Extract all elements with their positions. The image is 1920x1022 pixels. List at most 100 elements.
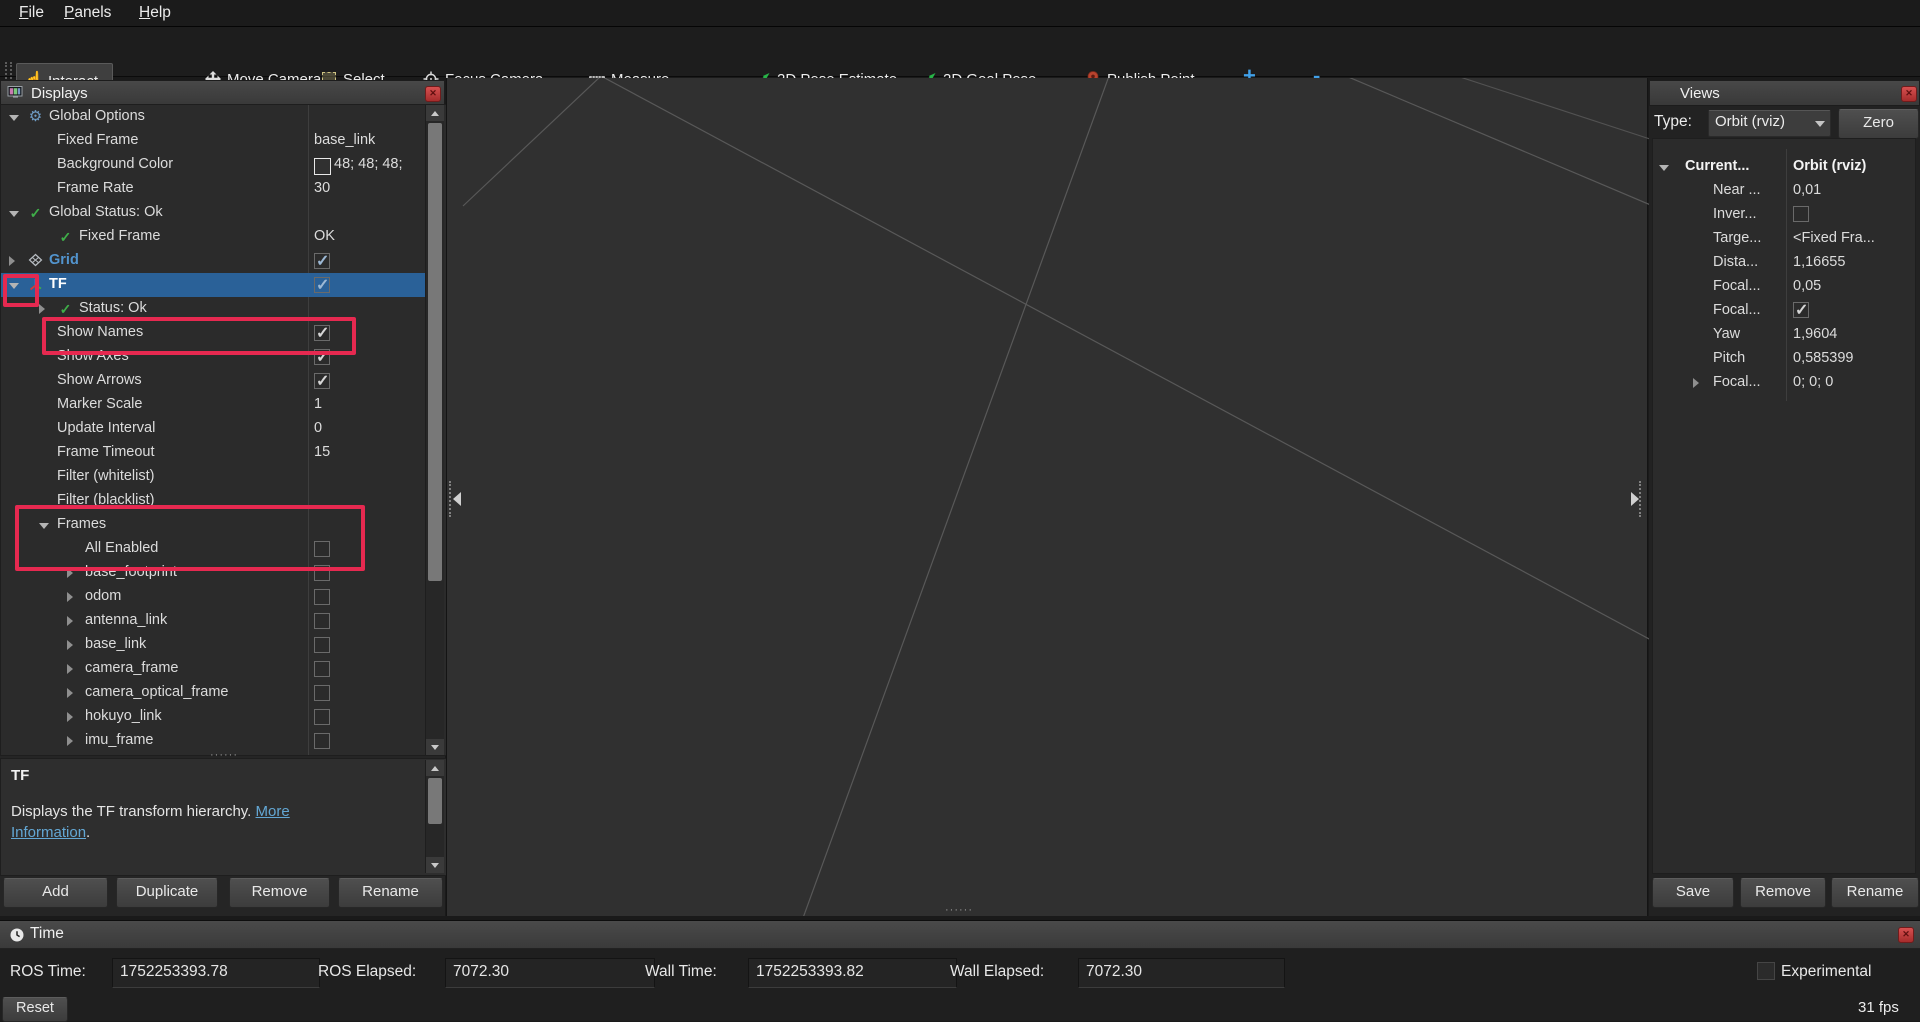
wall-time-field[interactable]: 1752253393.82 [748,958,957,988]
zero-button[interactable]: Zero [1838,109,1919,139]
displays-row-filter-blacklist[interactable]: Filter (blacklist) [1,489,444,513]
views-row-current-0[interactable]: Current...Orbit (rviz) [1653,155,1913,179]
expander-open-icon[interactable] [1659,165,1669,171]
checkbox-unchecked[interactable] [1793,206,1809,222]
menu-item-panels[interactable]: Panels [60,3,115,23]
displays-row-frames[interactable]: Frames [1,513,444,537]
expander-open-icon[interactable] [9,211,19,217]
save-views-button[interactable]: Save [1652,878,1734,908]
checkbox-unchecked[interactable] [314,541,330,557]
displays-close-button[interactable]: ✕ [425,86,441,102]
ros-time-field[interactable]: 1752253393.78 [112,958,320,988]
displays-row-tf[interactable]: TF✓ [1,273,444,297]
row-value[interactable]: Orbit (rviz) [1793,158,1866,174]
views-close-button[interactable]: ✕ [1901,86,1917,102]
displays-row-show-axes[interactable]: Show Axes✓ [1,345,444,369]
rename-button[interactable]: Rename [338,878,443,908]
views-row-pitch-8[interactable]: Pitch0,585399 [1653,347,1913,371]
row-value[interactable]: 0; 0; 0 [1793,374,1833,390]
expander-closed-icon[interactable] [67,592,73,602]
views-row-inver-2[interactable]: Inver... [1653,203,1913,227]
displays-row-base-footprint[interactable]: base_footprint [1,561,444,585]
add-button[interactable]: Add [3,878,108,908]
expander-open-icon[interactable] [39,523,49,529]
checkbox-unchecked[interactable] [314,709,330,725]
wall-elapsed-field[interactable]: 7072.30 [1078,958,1285,988]
collapse-left-panel-handle[interactable] [449,478,463,520]
displays-row-fixed-frame[interactable]: Fixed Framebase_link [1,129,444,153]
row-value[interactable]: 0,585399 [1793,350,1853,366]
displays-row-all-enabled[interactable]: All Enabled [1,537,444,561]
row-value[interactable]: base_link [314,132,375,148]
displays-row-odom[interactable]: odom [1,585,444,609]
menu-item-help[interactable]: Help [135,3,175,23]
checkbox-checked[interactable]: ✓ [1793,302,1809,318]
time-close-button[interactable]: ✕ [1898,927,1914,943]
expander-open-icon[interactable] [9,283,19,289]
displays-row-camera-frame[interactable]: camera_frame [1,657,444,681]
ros-elapsed-field[interactable]: 7072.30 [445,958,655,988]
checkbox-checked[interactable]: ✓ [314,349,330,365]
displays-row-background-color[interactable]: Background Color48; 48; 48; [1,153,444,177]
expander-open-icon[interactable] [9,115,19,121]
view-type-dropdown[interactable]: Orbit (rviz) [1708,110,1831,137]
displays-row-frame-timeout[interactable]: Frame Timeout15 [1,441,444,465]
expander-closed-icon[interactable] [67,712,73,722]
displays-row-frame-rate[interactable]: Frame Rate30 [1,177,444,201]
displays-row-grid[interactable]: Grid✓ [1,249,444,273]
row-value[interactable]: 1,16655 [1793,254,1845,270]
scrollbar-thumb[interactable] [428,778,442,824]
row-value[interactable]: 30 [314,180,330,196]
row-value[interactable]: 1 [314,396,322,412]
collapse-right-panel-handle[interactable] [1631,478,1645,520]
views-row-focal-9[interactable]: Focal...0; 0; 0 [1653,371,1913,395]
expander-closed-icon[interactable] [1693,378,1699,388]
reset-button[interactable]: Reset [2,997,68,1022]
scroll-down-button[interactable] [426,739,444,755]
displays-row-global-options[interactable]: ⚙Global Options [1,105,444,129]
scroll-down-button[interactable] [426,857,444,873]
color-swatch[interactable] [314,158,331,175]
row-value[interactable]: 1,9604 [1793,326,1837,342]
checkbox-checked[interactable]: ✓ [314,325,330,341]
views-row-targe-3[interactable]: Targe...<Fixed Fra... [1653,227,1913,251]
expander-closed-icon[interactable] [67,568,73,578]
3d-viewport[interactable]: ······ [446,78,1648,916]
row-value[interactable]: 15 [314,444,330,460]
displays-row-status-ok[interactable]: ✓Status: Ok [1,297,444,321]
displays-row-global-status-ok[interactable]: ✓Global Status: Ok [1,201,444,225]
expander-closed-icon[interactable] [67,616,73,626]
scroll-up-button[interactable] [426,105,444,121]
expander-closed-icon[interactable] [39,304,45,314]
views-row-focal-6[interactable]: Focal...✓ [1653,299,1913,323]
displays-row-fixed-frame[interactable]: ✓Fixed FrameOK [1,225,444,249]
experimental-checkbox[interactable] [1757,962,1775,980]
displays-row-base-link[interactable]: base_link [1,633,444,657]
row-value[interactable]: <Fixed Fra... [1793,230,1875,246]
displays-row-update-interval[interactable]: Update Interval0 [1,417,444,441]
row-value[interactable]: 48; 48; 48; [334,156,403,172]
scrollbar-thumb[interactable] [428,123,442,581]
displays-row-antenna-link[interactable]: antenna_link [1,609,444,633]
displays-row-hokuyo-link[interactable]: hokuyo_link [1,705,444,729]
displays-row-filter-whitelist[interactable]: Filter (whitelist) [1,465,444,489]
expander-closed-icon[interactable] [67,640,73,650]
views-row-yaw-7[interactable]: Yaw1,9604 [1653,323,1913,347]
checkbox-unchecked[interactable] [314,613,330,629]
remove-button[interactable]: Remove [229,878,330,908]
checkbox-unchecked[interactable] [314,733,330,749]
expander-closed-icon[interactable] [67,736,73,746]
rename-views-button[interactable]: Rename [1831,878,1919,908]
menu-item-file[interactable]: File [15,3,48,23]
checkbox-unchecked[interactable] [314,661,330,677]
checkbox-checked[interactable]: ✓ [314,277,330,293]
row-value[interactable]: 0,01 [1793,182,1821,198]
duplicate-button[interactable]: Duplicate [116,878,218,908]
bottom-splitter-handle[interactable]: ······ [945,907,973,913]
displays-row-marker-scale[interactable]: Marker Scale1 [1,393,444,417]
views-row-near-1[interactable]: Near ...0,01 [1653,179,1913,203]
checkbox-unchecked[interactable] [314,589,330,605]
expander-closed-icon[interactable] [9,256,15,266]
row-value[interactable]: OK [314,228,335,244]
displays-row-camera-optical-frame[interactable]: camera_optical_frame [1,681,444,705]
